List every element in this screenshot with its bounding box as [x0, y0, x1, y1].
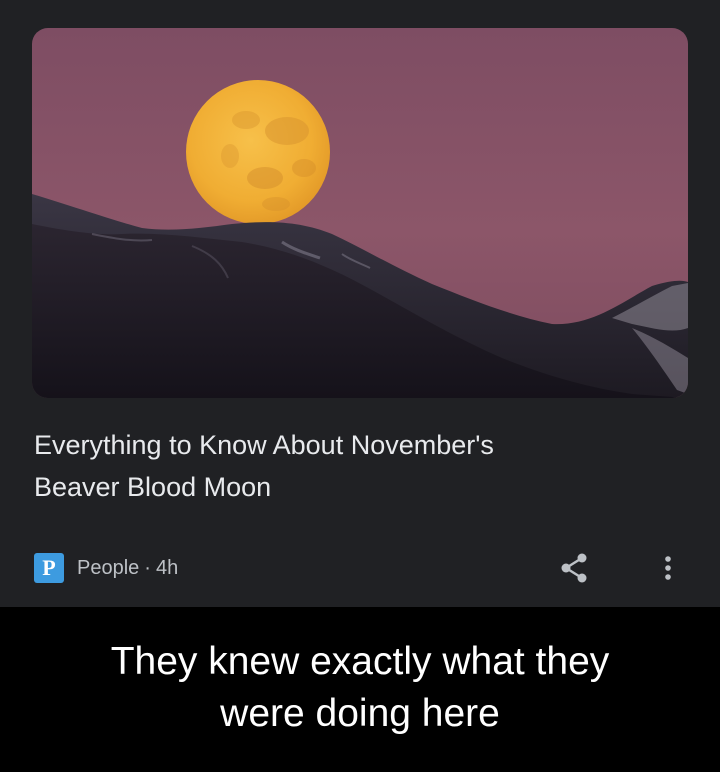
share-button[interactable] [556, 550, 592, 586]
more-vert-icon [665, 556, 671, 580]
meta-separator: · [144, 557, 151, 579]
caption-line-1: They knew exactly what they [110, 640, 610, 683]
share-icon [561, 553, 587, 583]
headline-line-1: Everything to Know About November's [34, 430, 494, 460]
moon [186, 80, 330, 224]
article-age: 4h [155, 557, 179, 579]
moon-landscape-image [32, 28, 688, 398]
more-options-button[interactable] [656, 550, 680, 586]
article-source: P People · 4h [34, 551, 178, 585]
article-headline[interactable]: Everything to Know About November's Beav… [34, 424, 684, 508]
news-card[interactable]: Everything to Know About November's Beav… [0, 0, 720, 607]
publisher-name: People [77, 557, 140, 579]
publisher-logo-icon: P [34, 553, 64, 583]
meme-caption: They knew exactly what they were doing h… [0, 636, 720, 740]
article-hero-image[interactable] [32, 28, 688, 398]
caption-line-2: were doing here [220, 692, 500, 735]
headline-line-2: Beaver Blood Moon [34, 472, 272, 502]
